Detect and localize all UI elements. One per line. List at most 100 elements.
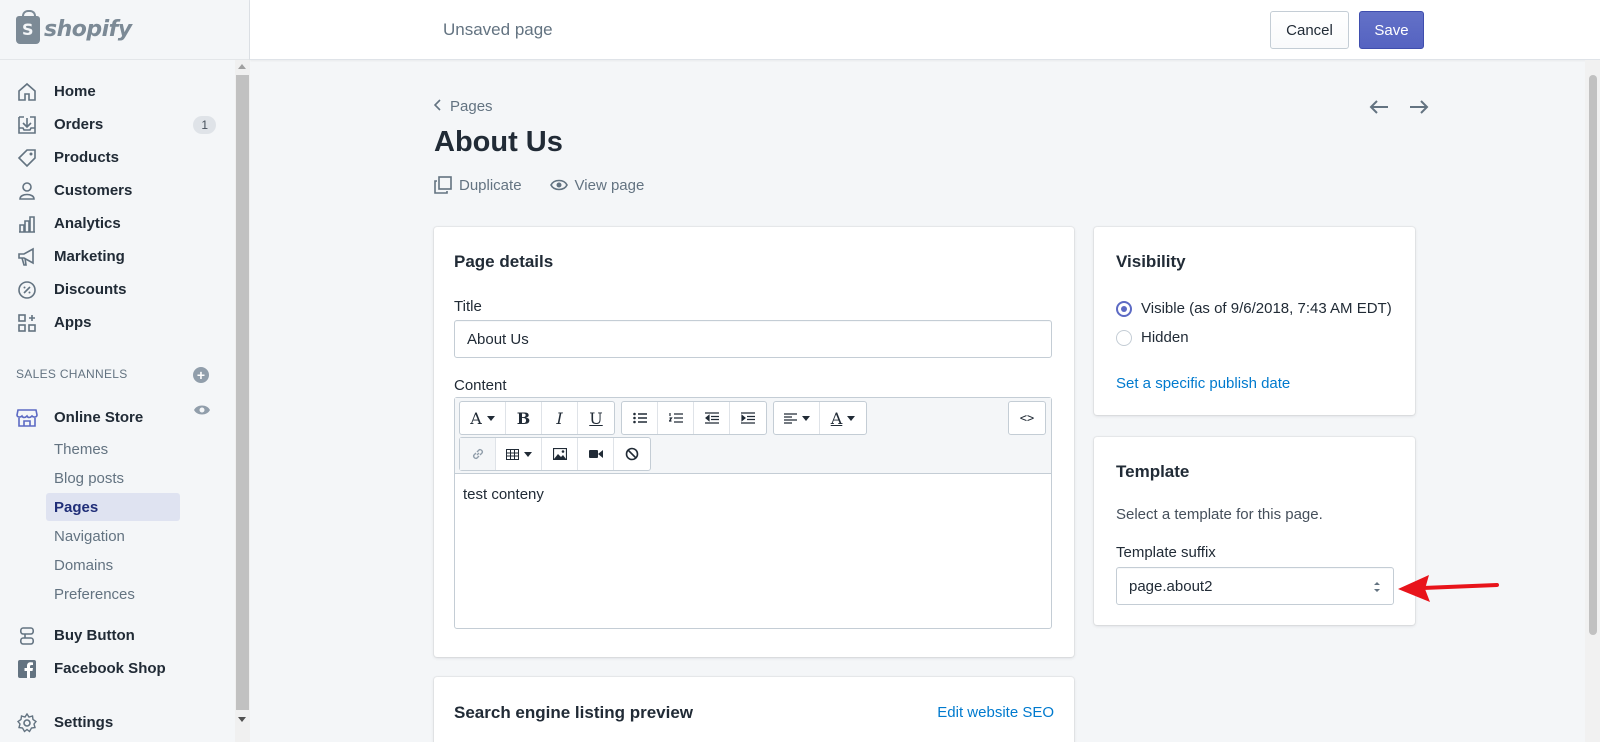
page-details-card: Page details Title About Us Content A B …: [434, 227, 1074, 657]
insert-group: [459, 437, 651, 471]
sales-channels-heading: SALES CHANNELS: [16, 367, 128, 381]
insert-table-dropdown[interactable]: [496, 438, 542, 470]
duplicate-icon: [434, 176, 452, 194]
sidebar-item-themes[interactable]: Themes: [46, 435, 180, 463]
outdent-button[interactable]: [694, 402, 730, 434]
insert-video-button[interactable]: [578, 438, 614, 470]
view-online-store-eye-icon[interactable]: [193, 403, 211, 420]
seo-heading: Search engine listing preview: [454, 703, 694, 722]
insert-link-button[interactable]: [460, 438, 496, 470]
page-details-heading: Page details: [454, 252, 554, 271]
shopify-logo[interactable]: shopify: [0, 0, 249, 60]
duplicate-button[interactable]: Duplicate: [434, 176, 522, 194]
breadcrumb[interactable]: Pages: [433, 98, 493, 115]
editor-toolbar: A B I U A <>: [455, 398, 1051, 474]
numbered-list-button[interactable]: [658, 402, 694, 434]
bold-button[interactable]: B: [506, 402, 542, 434]
sidebar-item-pages[interactable]: Pages: [46, 493, 180, 521]
page-actions: Duplicate View page: [434, 176, 672, 194]
caret-down-icon: [523, 451, 532, 457]
tag-icon: [16, 147, 38, 169]
orders-count-badge: 1: [193, 115, 216, 134]
sidebar-item-buy-button[interactable]: Buy Button: [0, 619, 234, 652]
sidebar-item-apps[interactable]: Apps: [0, 306, 234, 339]
show-html-button[interactable]: <>: [1009, 402, 1045, 434]
person-icon: [16, 180, 38, 202]
caret-down-icon: [801, 415, 810, 421]
save-button[interactable]: Save: [1359, 11, 1424, 49]
numbered-list-icon: [668, 413, 683, 423]
view-page-button[interactable]: View page: [549, 177, 644, 194]
template-suffix-select[interactable]: page.about2: [1116, 567, 1394, 605]
image-icon: [552, 448, 567, 460]
insert-image-button[interactable]: [542, 438, 578, 470]
sidebar-item-settings[interactable]: Settings: [0, 706, 234, 739]
sidebar-item-facebook-shop[interactable]: Facebook Shop: [0, 652, 234, 685]
sidebar-item-discounts[interactable]: Discounts: [0, 273, 234, 306]
page-scroll-thumb[interactable]: [1589, 75, 1597, 635]
sidebar-item-customers[interactable]: Customers: [0, 174, 234, 207]
italic-button[interactable]: I: [542, 402, 578, 434]
align-left-icon: [783, 412, 797, 424]
breadcrumb-pages-link[interactable]: Pages: [450, 98, 493, 115]
sidebar-item-orders[interactable]: Orders 1: [0, 108, 234, 141]
sidebar-item-products[interactable]: Products: [0, 141, 234, 174]
text-color-dropdown[interactable]: A: [820, 402, 866, 434]
template-card: Template Select a template for this page…: [1094, 437, 1415, 625]
sidebar-item-preferences[interactable]: Preferences: [46, 580, 180, 608]
cancel-button[interactable]: Cancel: [1270, 11, 1349, 49]
prev-next-nav: [1354, 96, 1434, 118]
sidebar-item-navigation[interactable]: Navigation: [46, 522, 180, 550]
scroll-up-arrow-icon[interactable]: [238, 64, 246, 69]
sidebar-scrollbar[interactable]: [235, 60, 250, 742]
visibility-heading: Visibility: [1116, 252, 1186, 271]
page-title: About Us: [434, 126, 563, 158]
megaphone-icon: [16, 246, 38, 268]
align-dropdown[interactable]: [774, 402, 820, 434]
editor-content-area[interactable]: test conteny: [455, 474, 1051, 515]
font-style-dropdown[interactable]: A: [460, 402, 506, 434]
eye-icon: [549, 179, 568, 191]
buy-button-icon: [16, 625, 38, 647]
add-sales-channel-icon[interactable]: +: [193, 367, 209, 383]
bulleted-list-button[interactable]: [622, 402, 658, 434]
sidebar-item-marketing[interactable]: Marketing: [0, 240, 234, 273]
arrow-right-icon[interactable]: [1404, 96, 1434, 118]
home-icon: [16, 81, 38, 103]
sidebar-scroll-thumb[interactable]: [236, 75, 249, 710]
scroll-down-arrow-icon[interactable]: [238, 717, 246, 722]
outdent-icon: [704, 412, 719, 424]
visible-option[interactable]: Visible (as of 9/6/2018, 7:43 AM EDT): [1116, 300, 1392, 317]
hidden-option[interactable]: Hidden: [1116, 329, 1189, 346]
template-heading: Template: [1116, 462, 1190, 481]
title-input[interactable]: About Us: [454, 320, 1052, 358]
arrow-left-icon[interactable]: [1364, 96, 1394, 118]
set-publish-date-link[interactable]: Set a specific publish date: [1116, 375, 1290, 392]
discount-icon: [16, 279, 38, 301]
sidebar-item-blog-posts[interactable]: Blog posts: [46, 464, 180, 492]
visible-radio[interactable]: [1116, 300, 1132, 317]
orders-icon: [16, 114, 38, 136]
source-group: <>: [1008, 401, 1046, 435]
sidebar-item-home[interactable]: Home: [0, 75, 234, 108]
edit-website-seo-link[interactable]: Edit website SEO: [937, 704, 1054, 721]
apps-icon: [16, 312, 38, 334]
sidebar-item-domains[interactable]: Domains: [46, 551, 180, 579]
select-arrows-icon: [1373, 580, 1381, 598]
clear-formatting-button[interactable]: [614, 438, 650, 470]
caret-down-icon: [847, 415, 856, 421]
sidebar-item-analytics[interactable]: Analytics: [0, 207, 234, 240]
video-icon: [588, 450, 603, 458]
visibility-card: Visibility Visible (as of 9/6/2018, 7:43…: [1094, 227, 1415, 415]
page-scrollbar[interactable]: [1585, 60, 1600, 742]
sidebar: shopify Home Orders 1 Products Customers…: [0, 0, 250, 742]
underline-button[interactable]: U: [578, 402, 614, 434]
bar-chart-icon: [16, 213, 38, 235]
template-suffix-label: Template suffix: [1116, 544, 1216, 561]
shopify-bag-icon: [16, 9, 40, 44]
indent-button[interactable]: [730, 402, 766, 434]
clear-format-icon: [625, 447, 639, 461]
link-icon: [472, 448, 483, 460]
list-group: [621, 401, 767, 435]
hidden-radio[interactable]: [1116, 329, 1132, 346]
